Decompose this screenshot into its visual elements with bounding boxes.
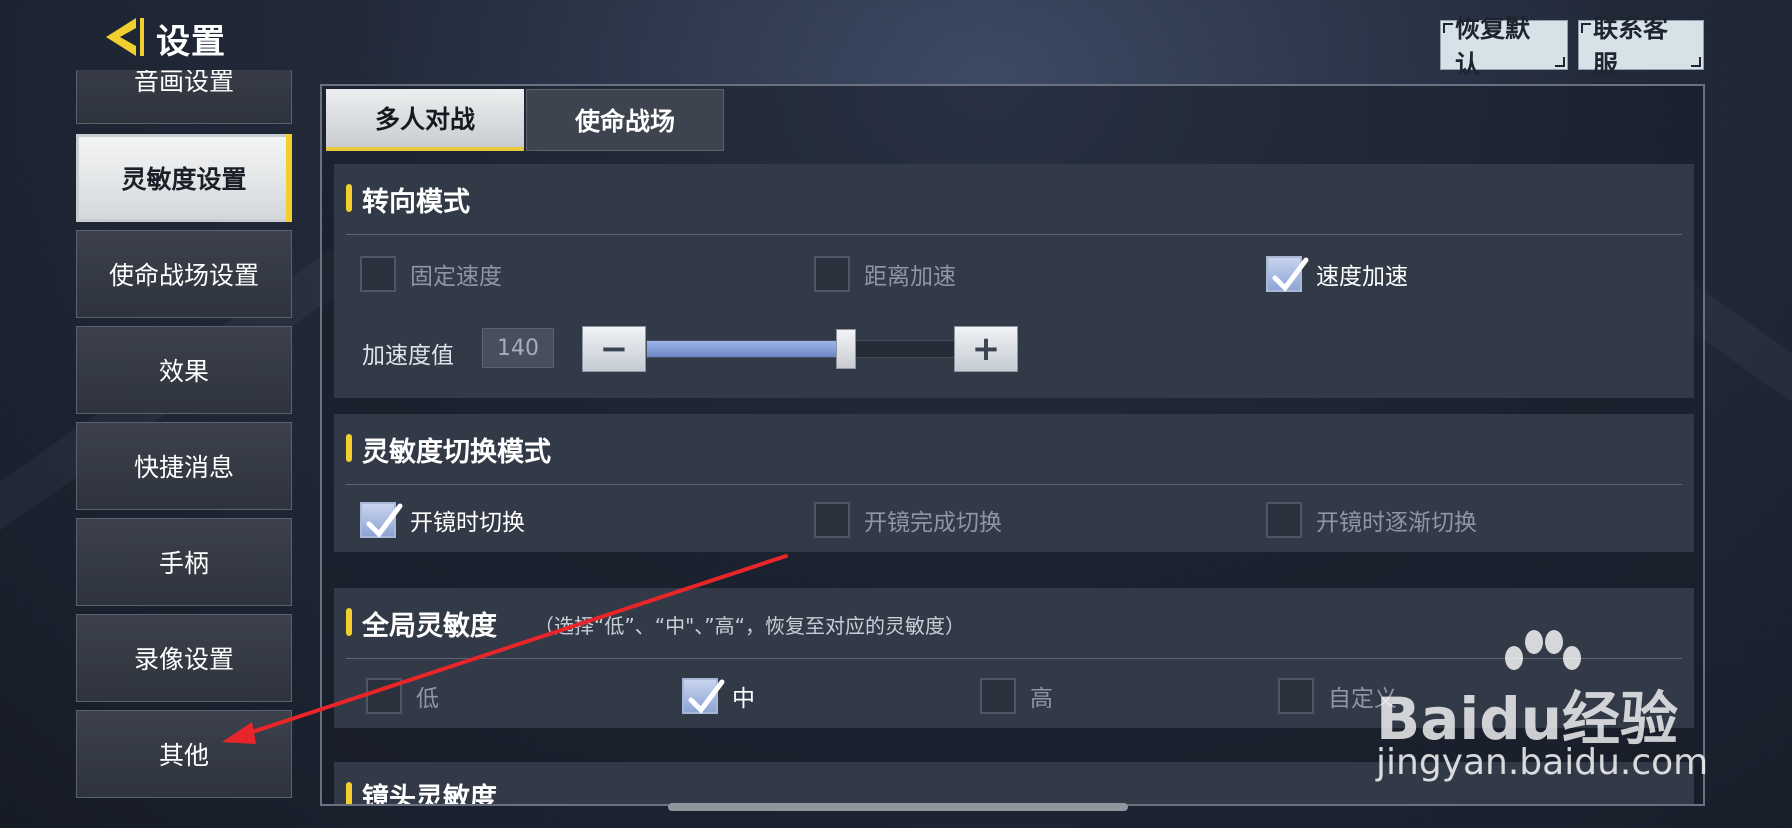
tab-multiplayer[interactable]: 多人对战 xyxy=(326,89,524,151)
checkmark-icon xyxy=(688,679,725,714)
section-title: 镜头灵敏度 xyxy=(362,783,497,804)
slider-fill xyxy=(647,341,847,357)
section-marker xyxy=(346,782,352,804)
checkbox-checked[interactable] xyxy=(682,678,725,714)
option-label: 开镜完成切换 xyxy=(864,510,1002,536)
option-label: 速度加速 xyxy=(1316,264,1408,290)
option-fixed-speed[interactable]: 固定速度 xyxy=(360,256,502,292)
checkbox[interactable] xyxy=(1278,678,1314,714)
option-distance-accel[interactable]: 距离加速 xyxy=(814,256,956,292)
section-marker xyxy=(346,184,352,212)
option-scope-gradual-switch[interactable]: 开镜时逐渐切换 xyxy=(1266,502,1477,538)
checkbox[interactable] xyxy=(360,256,396,292)
increase-button[interactable]: + xyxy=(954,326,1018,372)
option-label: 高 xyxy=(1030,686,1053,712)
sidebar-item-recording[interactable]: 录像设置 xyxy=(76,614,292,702)
checkmark-icon xyxy=(1272,257,1309,292)
sidebar-item-sensitivity[interactable]: 灵敏度设置 xyxy=(76,134,292,222)
option-label: 低 xyxy=(416,686,439,712)
option-high[interactable]: 高 xyxy=(980,678,1053,714)
scroll-indicator[interactable] xyxy=(668,803,1128,811)
accel-value-field[interactable]: 140 xyxy=(482,328,554,368)
section-marker xyxy=(346,434,352,462)
checkbox[interactable] xyxy=(814,502,850,538)
option-label: 距离加速 xyxy=(864,264,956,290)
section-title: 灵敏度切换模式 xyxy=(362,437,551,468)
decrease-button[interactable]: − xyxy=(582,326,646,372)
section-note: （选择“低”、“中"、”高“，恢复至对应的灵敏度） xyxy=(534,614,966,638)
divider xyxy=(346,484,1682,485)
checkbox-checked[interactable] xyxy=(1266,256,1309,292)
checkbox[interactable] xyxy=(814,256,850,292)
sidebar-item-battle-royale[interactable]: 使命战场设置 xyxy=(76,230,292,318)
sidebar-item-controller[interactable]: 手柄 xyxy=(76,518,292,606)
option-scope-complete-switch[interactable]: 开镜完成切换 xyxy=(814,502,1002,538)
accel-label: 加速度值 xyxy=(362,343,454,369)
sidebar: 音画设置 灵敏度设置 使命战场设置 效果 快捷消息 手柄 录像设置 其他 xyxy=(76,70,292,802)
option-low[interactable]: 低 xyxy=(366,678,439,714)
checkbox[interactable] xyxy=(980,678,1016,714)
option-speed-accel[interactable]: 速度加速 xyxy=(1266,256,1408,292)
option-label: 开镜时切换 xyxy=(410,510,525,536)
section-marker xyxy=(346,608,352,636)
restore-default-button[interactable]: 恢复默认 xyxy=(1440,14,1568,79)
option-scope-switch[interactable]: 开镜时切换 xyxy=(360,502,525,538)
watermark: Baidu经验 jingyan.baidu.com xyxy=(1376,630,1709,790)
checkbox[interactable] xyxy=(366,678,402,714)
option-label: 中 xyxy=(732,686,755,712)
back-arrow-icon xyxy=(106,18,144,56)
tab-battle-royale[interactable]: 使命战场 xyxy=(526,89,724,151)
checkbox[interactable] xyxy=(1266,502,1302,538)
slider-thumb[interactable] xyxy=(836,329,857,369)
section-title: 转向模式 xyxy=(362,187,470,218)
option-label: 固定速度 xyxy=(410,264,502,290)
checkbox-checked[interactable] xyxy=(360,502,403,538)
sidebar-item-effects[interactable]: 效果 xyxy=(76,326,292,414)
turn-mode-section: 转向模式 固定速度 距离加速 速度加速 加速度值 140 − + xyxy=(334,164,1694,398)
option-label: 开镜时逐渐切换 xyxy=(1316,510,1477,536)
contact-support-button[interactable]: 联系客服 xyxy=(1578,14,1704,79)
switch-mode-section: 灵敏度切换模式 开镜时切换 开镜完成切换 开镜时逐渐切换 xyxy=(334,414,1694,552)
sidebar-item-audio-video[interactable]: 音画设置 xyxy=(76,70,292,124)
sidebar-item-quick-messages[interactable]: 快捷消息 xyxy=(76,422,292,510)
sidebar-item-other[interactable]: 其他 xyxy=(76,710,292,798)
checkmark-icon xyxy=(366,503,403,538)
page-title: 设置 xyxy=(156,22,226,62)
accel-slider[interactable] xyxy=(646,329,964,369)
watermark-url: jingyan.baidu.com xyxy=(1376,742,1709,783)
section-title: 全局灵敏度 xyxy=(362,611,497,642)
option-medium[interactable]: 中 xyxy=(682,678,755,714)
back-button[interactable] xyxy=(100,14,146,60)
divider xyxy=(346,234,1682,235)
